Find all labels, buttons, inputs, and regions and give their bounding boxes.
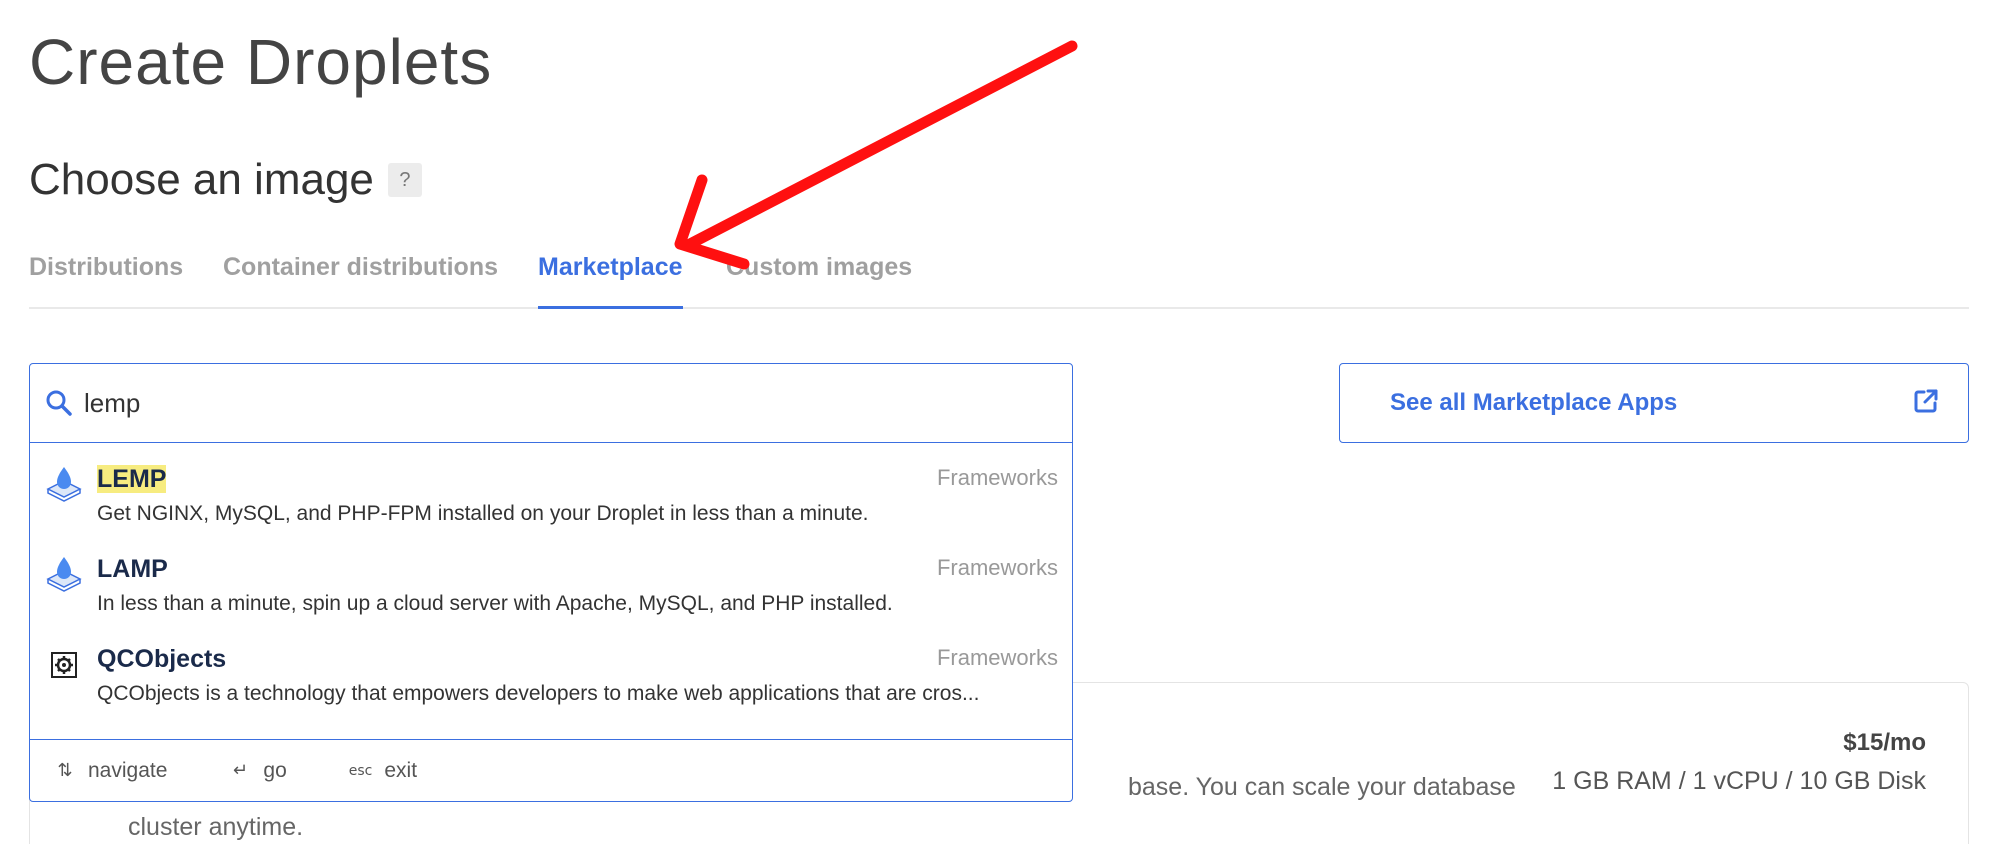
tab-custom-images[interactable]: Custom images xyxy=(726,245,912,309)
plan-description-line2: cluster anytime. xyxy=(128,813,304,841)
navigate-icon: ⇅ xyxy=(57,760,73,780)
hint-exit: esc exit xyxy=(349,759,417,783)
section-title: Choose an image ? xyxy=(29,150,422,210)
dropdown-footer: ⇅ navigate ↵ go esc exit xyxy=(30,739,1072,801)
gear-icon xyxy=(44,643,84,683)
see-all-marketplace-apps-button[interactable]: See all Marketplace Apps xyxy=(1339,363,1969,443)
marketplace-button-label: See all Marketplace Apps xyxy=(1390,389,1678,416)
result-description: In less than a minute, spin up a cloud s… xyxy=(97,592,893,615)
tab-marketplace[interactable]: Marketplace xyxy=(538,245,683,309)
hint-navigate-label: navigate xyxy=(88,758,168,782)
result-name: QCObjects xyxy=(97,645,227,673)
tab-container-distributions[interactable]: Container distributions xyxy=(223,245,498,309)
plan-specs: 1 GB RAM / 1 vCPU / 10 GB Disk xyxy=(1552,767,1926,795)
result-item-lemp[interactable]: LEMP Frameworks Get NGINX, MySQL, and PH… xyxy=(30,443,1072,533)
search-input[interactable] xyxy=(84,387,984,419)
result-name: LAMP xyxy=(97,555,168,583)
result-category: Frameworks xyxy=(936,465,1058,490)
droplet-stack-icon xyxy=(44,553,84,593)
search-icon xyxy=(44,388,74,418)
result-name: LEMP xyxy=(97,463,167,495)
result-description: QCObjects is a technology that empowers … xyxy=(97,682,980,705)
hint-go: ↵ go xyxy=(229,758,287,783)
esc-key-icon: esc xyxy=(348,762,373,779)
section-title-text: Choose an image xyxy=(29,155,374,204)
enter-icon: ↵ xyxy=(232,760,248,780)
tab-distributions[interactable]: Distributions xyxy=(29,245,183,309)
result-description: Get NGINX, MySQL, and PHP-FPM installed … xyxy=(97,502,869,525)
result-category: Frameworks xyxy=(936,555,1058,580)
search-results-dropdown: LEMP Frameworks Get NGINX, MySQL, and PH… xyxy=(29,442,1073,802)
droplet-stack-icon xyxy=(44,463,84,503)
external-link-icon xyxy=(1912,387,1940,420)
result-name-highlight: LEMP xyxy=(97,465,167,493)
hint-go-label: go xyxy=(263,758,287,782)
marketplace-search[interactable] xyxy=(29,363,1073,443)
result-item-qcobjects[interactable]: QCObjects Frameworks QCObjects is a tech… xyxy=(30,623,1072,713)
help-icon[interactable]: ? xyxy=(387,163,422,197)
hint-navigate: ⇅ navigate xyxy=(54,759,167,783)
page-title: Create Droplets xyxy=(29,26,493,98)
result-category: Frameworks xyxy=(936,645,1058,670)
result-item-lamp[interactable]: LAMP Frameworks In less than a minute, s… xyxy=(30,533,1072,623)
hint-exit-label: exit xyxy=(384,758,418,782)
plan-price: $15/mo xyxy=(1843,729,1926,756)
image-tabs: Distributions Container distributions Ma… xyxy=(29,245,1969,309)
